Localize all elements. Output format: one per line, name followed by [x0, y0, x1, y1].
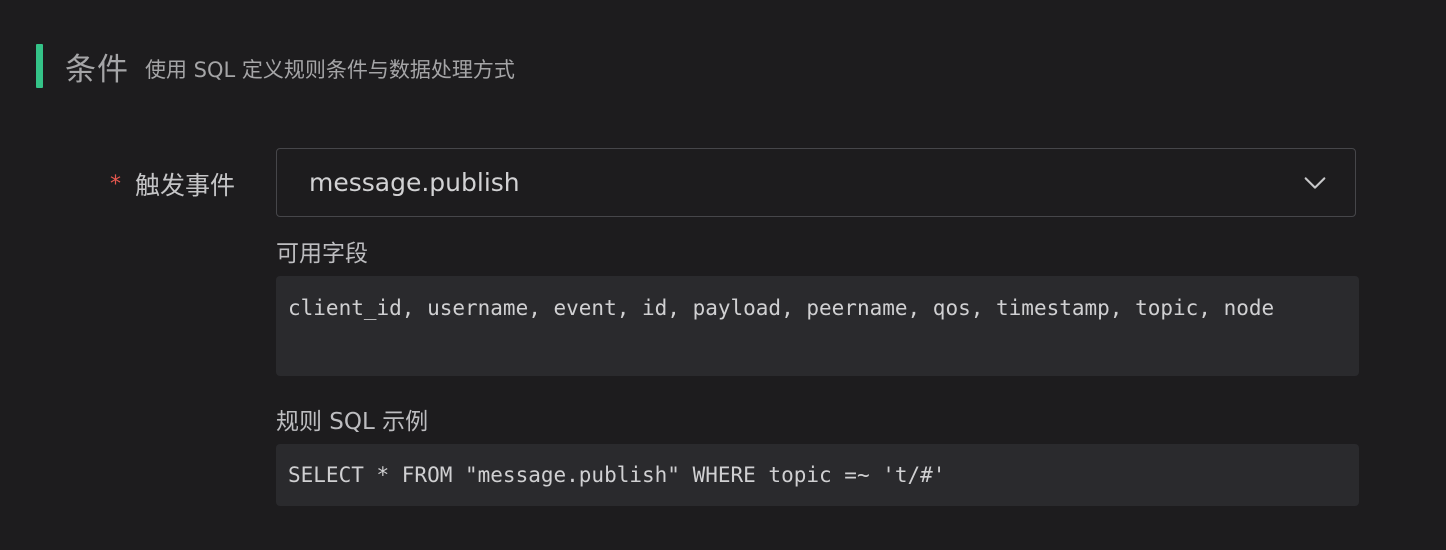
trigger-event-selected-value: message.publish	[309, 168, 520, 197]
sql-example-code: SELECT * FROM "message.publish" WHERE to…	[288, 463, 946, 487]
section-description: 使用 SQL 定义规则条件与数据处理方式	[145, 58, 515, 82]
section-title: 条件	[65, 51, 129, 88]
available-fields-label: 可用字段	[276, 241, 368, 267]
trigger-event-label-text: 触发事件	[135, 171, 236, 200]
sql-example-block: SELECT * FROM "message.publish" WHERE to…	[276, 444, 1359, 506]
trigger-event-select[interactable]: message.publish	[276, 148, 1356, 217]
trigger-event-label: * 触发事件	[110, 166, 235, 202]
sql-example-label: 规则 SQL 示例	[276, 409, 429, 435]
chevron-down-icon[interactable]	[1301, 169, 1329, 197]
available-fields-block: client_id, username, event, id, payload,…	[276, 276, 1359, 376]
section-header: 条件 使用 SQL 定义规则条件与数据处理方式	[36, 44, 515, 88]
required-mark: *	[110, 171, 121, 197]
section-accent-bar	[36, 44, 43, 88]
